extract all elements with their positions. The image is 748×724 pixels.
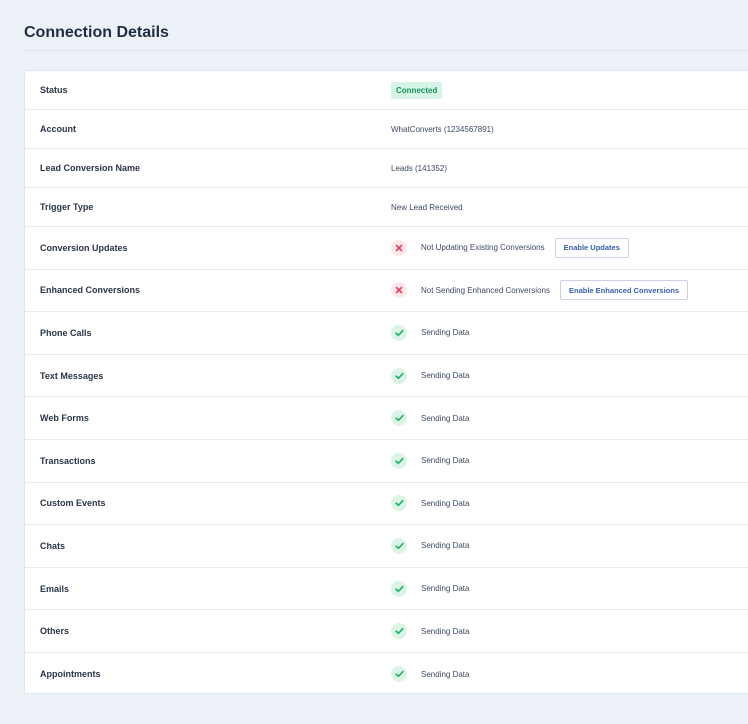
custom-events-row: Custom Events Sending Data xyxy=(25,483,748,526)
conversion-updates-value: Not Updating Existing Conversions Enable… xyxy=(391,237,629,258)
trigger-type-row: Trigger Type New Lead Received xyxy=(25,188,748,227)
check-icon xyxy=(391,580,407,597)
lead-conversion-name-row: Lead Conversion Name Leads (141352) xyxy=(25,149,748,188)
text-messages-label: Text Messages xyxy=(40,370,104,381)
enhanced-conversions-status: Not Sending Enhanced Conversions xyxy=(421,285,550,295)
trigger-type-label: Trigger Type xyxy=(40,202,94,212)
transactions-value: Sending Data xyxy=(391,452,470,469)
check-icon xyxy=(391,495,407,512)
web-forms-row: Web Forms Sending Data xyxy=(25,397,748,440)
check-icon xyxy=(391,410,407,427)
web-forms-status: Sending Data xyxy=(421,413,470,423)
conversion-updates-status: Not Updating Existing Conversions xyxy=(421,243,545,253)
others-label: Others xyxy=(40,626,70,637)
emails-value: Sending Data xyxy=(391,580,470,597)
check-icon xyxy=(391,666,407,683)
connection-details-page: Connection Details Status Connected Acco… xyxy=(0,0,748,724)
phone-calls-label: Phone Calls xyxy=(40,327,92,338)
custom-events-status: Sending Data xyxy=(421,498,470,508)
account-label: Account xyxy=(40,124,76,134)
text-messages-status: Sending Data xyxy=(421,371,470,381)
x-icon xyxy=(391,282,407,299)
appointments-status: Sending Data xyxy=(421,669,470,679)
emails-row: Emails Sending Data xyxy=(25,568,748,611)
chats-status: Sending Data xyxy=(421,541,470,551)
check-icon xyxy=(391,452,407,469)
chats-row: Chats Sending Data xyxy=(25,525,748,568)
trigger-type-value: New Lead Received xyxy=(391,202,463,212)
text-messages-value: Sending Data xyxy=(391,367,470,384)
check-icon xyxy=(391,324,407,341)
transactions-status: Sending Data xyxy=(421,456,470,466)
enable-updates-button[interactable]: Enable Updates xyxy=(554,237,629,258)
chats-value: Sending Data xyxy=(391,537,470,554)
enhanced-conversions-value: Not Sending Enhanced Conversions Enable … xyxy=(391,280,689,301)
emails-label: Emails xyxy=(40,583,70,594)
conversion-updates-row: Conversion Updates Not Updating Existing… xyxy=(25,227,748,270)
others-value: Sending Data xyxy=(391,623,470,640)
phone-calls-row: Phone Calls Sending Data xyxy=(25,312,748,355)
status-label: Status xyxy=(40,85,68,95)
phone-calls-value: Sending Data xyxy=(391,324,470,341)
phone-calls-status: Sending Data xyxy=(421,328,470,338)
others-status: Sending Data xyxy=(421,626,470,636)
appointments-label: Appointments xyxy=(40,669,101,680)
account-value: WhatConverts (1234567891) xyxy=(391,124,494,134)
transactions-row: Transactions Sending Data xyxy=(25,440,748,483)
chats-label: Chats xyxy=(40,540,66,551)
account-row: Account WhatConverts (1234567891) xyxy=(25,110,748,149)
web-forms-label: Web Forms xyxy=(40,413,89,424)
text-messages-row: Text Messages Sending Data xyxy=(25,355,748,398)
page-title: Connection Details xyxy=(24,24,169,41)
transactions-label: Transactions xyxy=(40,455,96,466)
lead-conversion-name-label: Lead Conversion Name xyxy=(40,163,141,173)
conversion-updates-label: Conversion Updates xyxy=(40,242,128,253)
status-value: Connected xyxy=(391,81,443,99)
enable-enhanced-conversions-button[interactable]: Enable Enhanced Conversions xyxy=(559,280,689,301)
check-icon xyxy=(391,623,407,640)
status-row: Status Connected xyxy=(25,71,748,110)
custom-events-label: Custom Events xyxy=(40,498,106,509)
x-icon xyxy=(391,239,407,256)
appointments-value: Sending Data xyxy=(391,666,470,683)
lead-conversion-name-value: Leads (141352) xyxy=(391,163,448,173)
title-divider xyxy=(24,50,748,51)
custom-events-value: Sending Data xyxy=(391,495,470,512)
web-forms-value: Sending Data xyxy=(391,410,470,427)
check-icon xyxy=(391,537,407,554)
check-icon xyxy=(391,367,407,384)
appointments-row: Appointments Sending Data xyxy=(25,653,748,693)
enhanced-conversions-row: Enhanced Conversions Not Sending Enhance… xyxy=(25,270,748,313)
emails-status: Sending Data xyxy=(421,584,470,594)
enhanced-conversions-label: Enhanced Conversions xyxy=(40,285,141,296)
status-badge: Connected xyxy=(391,81,443,99)
connection-details-card: Status Connected Account WhatConverts (1… xyxy=(24,70,748,694)
others-row: Others Sending Data xyxy=(25,610,748,653)
